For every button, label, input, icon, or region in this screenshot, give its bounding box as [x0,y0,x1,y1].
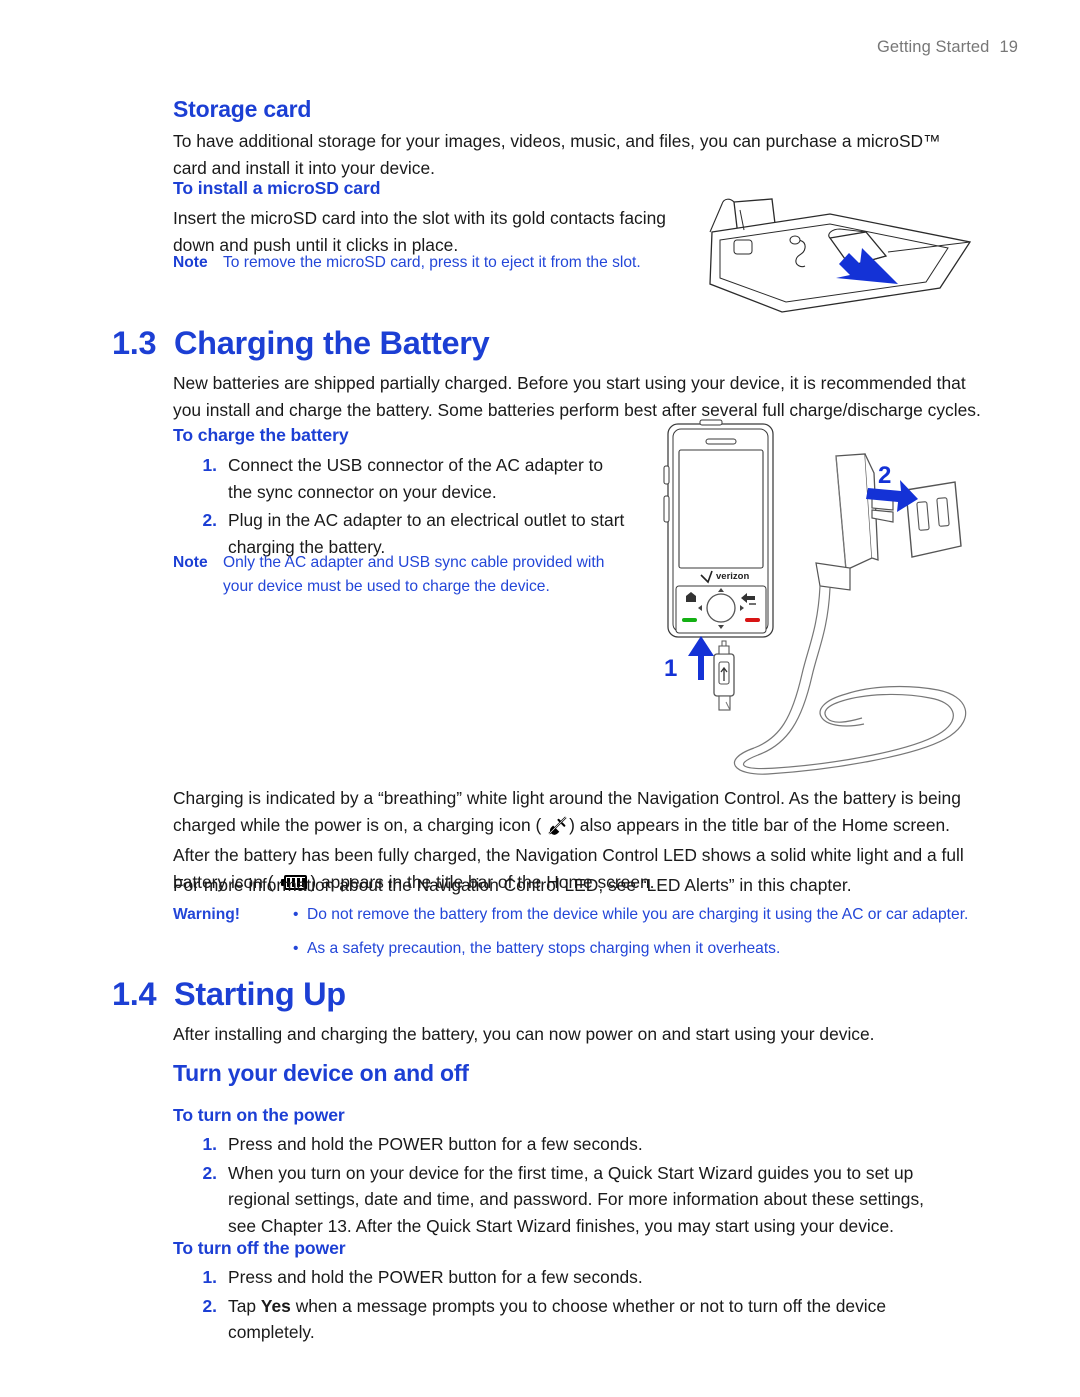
charge-battery-note: Note Only the AC adapter and USB sync ca… [173,551,633,599]
list-item: • Do not remove the battery from the dev… [293,903,968,927]
section-1-4-title: Starting Up [174,976,346,1012]
section-1-3-title: Charging the Battery [174,325,490,361]
install-microsd-subheading: To install a microSD card [173,178,381,198]
step-number: 2. [202,1162,217,1183]
step-text: Connect the USB connector of the AC adap… [228,455,604,502]
charging-illustration: verizon 1 2 [650,418,990,783]
turn-device-on-off-heading: Turn your device on and off [173,1060,469,1086]
note-text: To remove the microSD card, press it to … [223,254,641,271]
callout-1-arrow [688,636,714,680]
section-1-3-intro: New batteries are shipped partially char… [173,373,981,420]
warning-list: • Do not remove the battery from the dev… [293,903,968,971]
phone-body: verizon [663,419,774,638]
storage-card-note: Note To remove the microSD card, press i… [173,251,693,275]
page-header: Getting Started 19 [877,38,1018,57]
note-label: Note [173,554,208,571]
warning-block: Warning! • Do not remove the battery fro… [173,903,973,971]
list-item: 1. Press and hold the POWER button for a… [196,1264,956,1291]
charge-battery-subheading: To charge the battery [173,425,349,445]
step-number: 1. [202,1267,217,1287]
step-text-bold: Yes [260,1295,291,1316]
list-item: 1. Connect the USB connector of the AC a… [196,452,626,505]
list-item: • As a safety precaution, the battery st… [293,937,968,961]
usb-connector [713,640,735,711]
header-chapter: Getting Started [876,38,990,56]
list-item: 1. Press and hold the POWER button for a… [196,1131,956,1158]
microsd-slot-illustration [690,196,990,316]
step-text-suffix: when a message prompts you to choose whe… [228,1295,887,1343]
callout-1-label: 1 [664,655,677,682]
note-text: Only the AC adapter and USB sync cable p… [223,554,605,595]
turn-on-power-steps: 1. Press and hold the POWER button for a… [196,1131,956,1241]
list-item: 2. When you turn on your device for the … [196,1160,956,1240]
callout-2-label: 2 [878,462,891,489]
charge-battery-steps: 1. Connect the USB connector of the AC a… [196,452,626,562]
document-page: Getting Started 19 Storage card To have a… [0,0,1080,1397]
wall-outlet [905,481,962,558]
header-page-number: 19 [999,38,1018,56]
step-text-prefix: Tap [228,1295,261,1316]
step-text: Press and hold the POWER button for a fe… [228,1134,643,1154]
step-text: When you turn on your device for the fir… [228,1162,925,1236]
storage-card-heading: Storage card [173,96,312,122]
step-text: Tap Yes when a message prompts you to ch… [228,1293,956,1346]
turn-off-power-steps: 1. Press and hold the POWER button for a… [196,1264,956,1348]
step-number: 2. [202,1295,217,1316]
list-item: 2. Tap Yes when a message prompts you to… [196,1293,956,1346]
section-1-3-heading: 1.3 Charging the Battery [112,325,490,362]
warning-label: Warning! [173,906,240,923]
warning-text: Do not remove the battery from the devic… [307,906,969,923]
bullet-icon: • [293,906,299,923]
step-text: Press and hold the POWER button for a fe… [228,1267,643,1287]
section-1-4-intro: After installing and charging the batter… [173,1024,875,1044]
note-label: Note [173,254,208,271]
bullet-icon: • [293,940,299,957]
storage-card-intro: To have additional storage for your imag… [173,131,941,178]
warning-text: As a safety precaution, the battery stop… [307,940,781,957]
section-1-4-number: 1.4 [112,976,157,1012]
step-number: 1. [202,1134,217,1154]
led-alerts-paragraph: For more information about the Navigatio… [173,875,852,895]
section-1-4-heading: 1.4 Starting Up [112,976,346,1013]
charging-plug-icon [548,815,567,843]
svg-text:verizon: verizon [716,571,749,582]
section-1-3-number: 1.3 [112,325,157,361]
step-number: 1. [202,455,217,475]
turn-on-power-heading: To turn on the power [173,1105,345,1125]
turn-off-power-heading: To turn off the power [173,1238,346,1258]
